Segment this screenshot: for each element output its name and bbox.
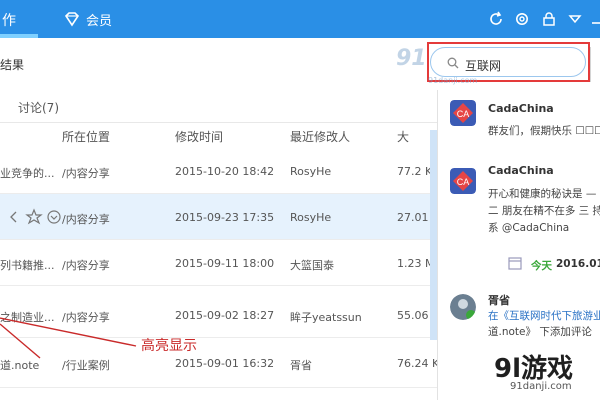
diamond-icon[interactable]: [64, 11, 80, 27]
feed-author[interactable]: CadaChina: [488, 102, 554, 115]
panel-edge: [590, 47, 600, 82]
feed-message-line-3: 系 @CadaChina: [488, 222, 570, 234]
table-row[interactable]: 业竞争的... /内容分享 2015-10-20 18:42 RosyHe 77…: [0, 148, 440, 194]
svg-text:CA: CA: [457, 109, 470, 119]
today-label: 今天: [531, 260, 552, 272]
table-row-selected[interactable]: /内容分享 2015-09-23 17:35 RosyHe 27.01 KB: [0, 194, 440, 240]
feed-message-line-1[interactable]: 在《互联网时代下旅游业: [488, 308, 600, 324]
file-time: 2015-09-23 17:35: [175, 211, 275, 224]
svg-text:CA: CA: [457, 177, 470, 187]
feed-message-line-2: 二 朋友在精不在多 三 持: [488, 205, 600, 217]
annotation-arrow: [0, 317, 137, 359]
lock-icon[interactable]: [541, 11, 557, 27]
feed-message-line-2: 道.note》 下添加评论: [488, 326, 592, 338]
avatar[interactable]: [450, 294, 476, 320]
feed-message-line-1: 开心和健康的秘诀是 — 不: [488, 188, 600, 200]
file-time: 2015-09-01 16:32: [175, 357, 275, 370]
feed-author[interactable]: CadaChina: [488, 164, 554, 177]
refresh-icon[interactable]: [488, 11, 504, 27]
feed-author[interactable]: 胥省: [488, 292, 510, 308]
file-location: /内容分享: [62, 259, 110, 272]
share-icon: [10, 211, 17, 223]
feed-message: 群友们，假期快乐 ☐☐☐☐: [488, 125, 600, 137]
column-location[interactable]: 所在位置: [62, 128, 110, 145]
avatar[interactable]: CA: [450, 168, 476, 194]
file-modifier: 胥省: [290, 359, 312, 372]
tab-work[interactable]: 作: [0, 0, 38, 38]
column-modified-time[interactable]: 修改时间: [175, 128, 223, 145]
column-size[interactable]: 大: [397, 128, 409, 145]
row-actions[interactable]: [8, 208, 64, 226]
file-modifier: RosyHe: [290, 165, 332, 178]
more-icon: [47, 210, 61, 224]
watermark-url-small: 91danji.com: [428, 76, 478, 85]
avatar[interactable]: CA: [450, 100, 476, 126]
file-modifier: 眸子yeatssun: [290, 311, 362, 324]
gear-icon[interactable]: [514, 11, 530, 27]
annotation-label: 高亮显示: [141, 338, 197, 354]
results-label: 结果: [0, 58, 25, 72]
date-label: 2016.01.0: [556, 258, 600, 270]
file-time: 2015-09-02 18:27: [175, 309, 275, 322]
file-modifier: 大篮国泰: [290, 259, 334, 272]
watermark-logo: 9l游戏: [494, 354, 574, 384]
file-modifier: RosyHe: [290, 211, 332, 224]
star-icon: [25, 208, 43, 225]
watermark-logo-small: 91: [396, 46, 427, 71]
file-location: /内容分享: [62, 167, 110, 180]
tab-work-label: 作: [2, 13, 16, 29]
dropdown-menu-icon[interactable]: [567, 11, 583, 27]
tab-discussion[interactable]: 讨论(7): [18, 99, 59, 116]
calendar-icon: [508, 257, 522, 270]
file-time: 2015-10-20 18:42: [175, 165, 275, 178]
file-name: 列书籍推...: [0, 259, 55, 272]
column-modifier[interactable]: 最近修改人: [290, 128, 350, 145]
table-row[interactable]: 列书籍推... /内容分享 2015-09-11 18:00 大篮国泰 1.23…: [0, 240, 440, 286]
file-size: 76.24 KB: [397, 357, 437, 370]
file-location: /内容分享: [62, 213, 110, 226]
tab-vip[interactable]: 会员: [86, 10, 112, 29]
file-time: 2015-09-11 18:00: [175, 257, 275, 270]
file-name: 业竞争的...: [0, 167, 55, 180]
divider: [0, 122, 440, 123]
minimize-icon[interactable]: [590, 11, 600, 27]
watermark-url: 91danji.com: [510, 381, 572, 392]
